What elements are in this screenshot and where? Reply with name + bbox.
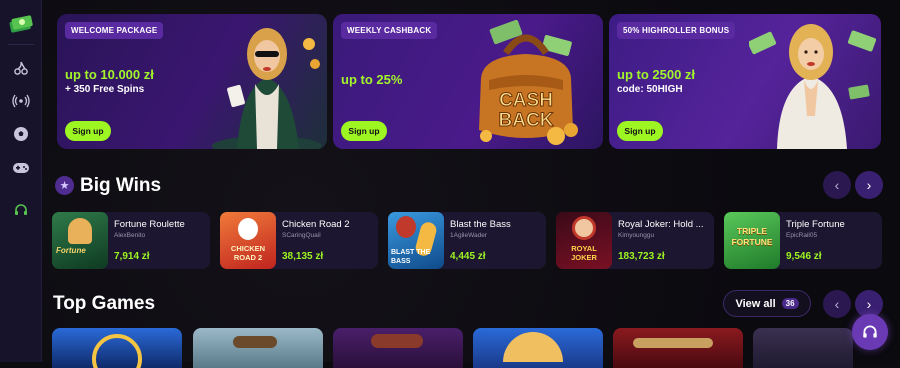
cash-art-text: CASH bbox=[499, 90, 553, 111]
top-games-prev-button[interactable]: ‹ bbox=[823, 290, 851, 318]
sidebar-divider bbox=[8, 44, 34, 45]
game-thumbnail: Fortune bbox=[52, 212, 108, 269]
game-tile[interactable] bbox=[333, 328, 463, 368]
live-broadcast-icon[interactable] bbox=[11, 91, 31, 111]
banner-amount: up to 10.000 zł bbox=[65, 67, 154, 82]
game-tile[interactable] bbox=[473, 328, 603, 368]
banner-character-illustration bbox=[207, 16, 327, 149]
win-game-name: Royal Joker: Hold ... bbox=[618, 219, 704, 230]
banner-subtext: + 350 Free Spins bbox=[65, 84, 145, 95]
win-game-name: Blast the Bass bbox=[450, 219, 511, 230]
star-icon: ★ bbox=[55, 176, 74, 195]
weekly-cashback-banner[interactable]: CASH BACK WEEKLY CASHBACK up to 25% Sign… bbox=[333, 14, 603, 149]
back-art-text: BACK bbox=[499, 110, 554, 131]
big-win-card[interactable]: ROYAL JOKER Royal Joker: Hold ... Kimyou… bbox=[556, 212, 714, 269]
game-thumbnail: CHICKEN ROAD 2 bbox=[220, 212, 276, 269]
game-tile[interactable] bbox=[613, 328, 743, 368]
headset-icon bbox=[863, 325, 877, 338]
banner-subtext: code: 50HIGH bbox=[617, 84, 683, 95]
big-win-card[interactable]: Fortune Fortune Roulette AlexBenito 7,91… bbox=[52, 212, 210, 269]
headset-icon[interactable] bbox=[11, 200, 31, 220]
sign-up-button[interactable]: Sign up bbox=[617, 121, 663, 141]
view-all-count-badge: 36 bbox=[781, 298, 799, 309]
view-all-label: View all bbox=[735, 297, 776, 310]
main-content: WELCOME PACKAGE up to 10.000 zł + 350 Fr… bbox=[42, 0, 900, 368]
big-win-card[interactable]: CHICKEN ROAD 2 Chicken Road 2 SCaringQua… bbox=[220, 212, 378, 269]
banner-amount: up to 2500 zł bbox=[617, 67, 696, 82]
win-username: SCaringQuail bbox=[282, 232, 321, 239]
game-tile[interactable] bbox=[52, 328, 182, 368]
win-username: EpicRail05 bbox=[786, 232, 818, 239]
banner-tag: WELCOME PACKAGE bbox=[65, 22, 164, 39]
win-game-name: Triple Fortune bbox=[786, 219, 845, 230]
cashback-bag-illustration: CASH BACK bbox=[451, 18, 601, 149]
win-amount: 38,135 zł bbox=[282, 251, 324, 262]
big-win-card[interactable]: TRIPLE FORTUNE Triple Fortune EpicRail05… bbox=[724, 212, 882, 269]
sidebar bbox=[0, 0, 42, 362]
win-amount: 4,445 zł bbox=[450, 251, 486, 262]
game-thumbnail: TRIPLE FORTUNE bbox=[724, 212, 780, 269]
win-amount: 183,723 zł bbox=[618, 251, 665, 262]
banner-character-illustration bbox=[747, 16, 879, 149]
win-game-name: Chicken Road 2 bbox=[282, 219, 350, 230]
win-username: 1AgileWader bbox=[450, 232, 487, 239]
win-game-name: Fortune Roulette bbox=[114, 219, 185, 230]
gamepad-icon[interactable] bbox=[11, 158, 31, 178]
win-username: Kimyounggu bbox=[618, 232, 655, 239]
cash-stack-logo[interactable] bbox=[8, 12, 34, 34]
banner-amount: up to 25% bbox=[341, 72, 403, 87]
win-username: AlexBenito bbox=[114, 232, 146, 239]
view-all-button[interactable]: View all 36 bbox=[723, 290, 811, 317]
game-thumbnail: BLAST THE BASS bbox=[388, 212, 444, 269]
cherries-icon[interactable] bbox=[11, 58, 31, 78]
game-tile[interactable] bbox=[753, 328, 853, 368]
sign-up-button[interactable]: Sign up bbox=[65, 121, 111, 141]
win-amount: 9,546 zł bbox=[786, 251, 822, 262]
banner-tag: 50% HIGHROLLER BONUS bbox=[617, 22, 736, 39]
game-tile[interactable] bbox=[193, 328, 323, 368]
big-wins-title: Big Wins bbox=[80, 175, 162, 196]
game-thumbnail: ROYAL JOKER bbox=[556, 212, 612, 269]
welcome-package-banner[interactable]: WELCOME PACKAGE up to 10.000 zł + 350 Fr… bbox=[57, 14, 327, 149]
support-chat-button[interactable] bbox=[852, 314, 888, 350]
top-games-title: Top Games bbox=[53, 293, 156, 314]
big-wins-prev-button[interactable]: ‹ bbox=[823, 171, 851, 199]
banner-tag: WEEKLY CASHBACK bbox=[341, 22, 438, 39]
win-amount: 7,914 zł bbox=[114, 251, 150, 262]
big-wins-next-button[interactable]: › bbox=[855, 171, 883, 199]
highroller-bonus-banner[interactable]: 50% HIGHROLLER BONUS up to 2500 zł code:… bbox=[609, 14, 881, 149]
sign-up-button[interactable]: Sign up bbox=[341, 121, 387, 141]
big-win-card[interactable]: BLAST THE BASS Blast the Bass 1AgileWade… bbox=[388, 212, 546, 269]
soccer-ball-icon[interactable] bbox=[11, 124, 31, 144]
